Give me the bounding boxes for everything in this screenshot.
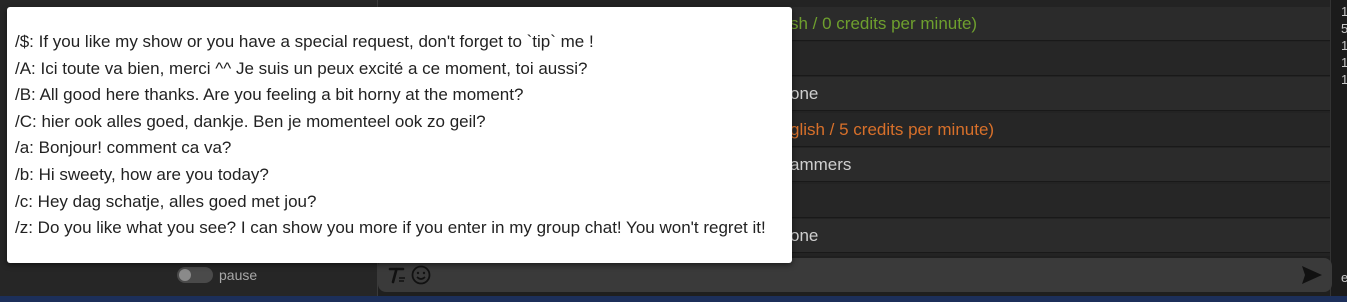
shortcut-item[interactable]: /C: hier ook alles goed, dankje. Ben je … <box>15 109 792 136</box>
shortcut-item[interactable]: /a: Bonjour! comment ca va? <box>15 135 792 162</box>
gutter-value: 1 <box>1341 55 1347 70</box>
message-input-bar[interactable] <box>378 258 1332 292</box>
chat-row-text: ammers <box>790 155 852 174</box>
pause-toggle-row[interactable]: pause <box>177 266 257 284</box>
shortcut-item[interactable]: /z: Do you like what you see? I can show… <box>15 215 792 242</box>
chat-row-text: one <box>790 226 819 245</box>
chat-row-text: one <box>790 84 819 103</box>
bottom-strip <box>0 296 1347 302</box>
chat-row-text: sh / 0 credits per minute) <box>790 14 978 33</box>
toggle-knob <box>179 269 191 281</box>
pause-label: pause <box>219 267 258 283</box>
shortcut-item[interactable]: /b: Hi sweety, how are you today? <box>15 162 792 189</box>
gutter-edge-char: e <box>1341 270 1347 285</box>
chat-row-text: glish / 5 credits per minute) <box>790 120 995 139</box>
text-format-icon[interactable] <box>386 264 408 286</box>
send-icon[interactable] <box>1300 263 1324 287</box>
shortcut-popup: /$: If you like my show or you have a sp… <box>7 7 792 263</box>
shortcut-item[interactable]: /A: Ici toute va bien, merci ^^ Je suis … <box>15 56 792 83</box>
gutter-value: 1 <box>1341 38 1347 53</box>
right-gutter: 1 5 1 1 1 e <box>1330 0 1347 296</box>
gutter-value: 5 <box>1341 21 1347 36</box>
shortcut-item[interactable]: /$: If you like my show or you have a sp… <box>15 29 792 56</box>
emoji-icon[interactable] <box>410 264 432 286</box>
pause-toggle[interactable] <box>177 267 213 283</box>
gutter-value: 1 <box>1341 72 1347 87</box>
shortcut-item[interactable]: /c: Hey dag schatje, alles goed met jou? <box>15 189 792 216</box>
gutter-value: 1 <box>1341 4 1347 19</box>
shortcut-item[interactable]: /B: All good here thanks. Are you feelin… <box>15 82 792 109</box>
